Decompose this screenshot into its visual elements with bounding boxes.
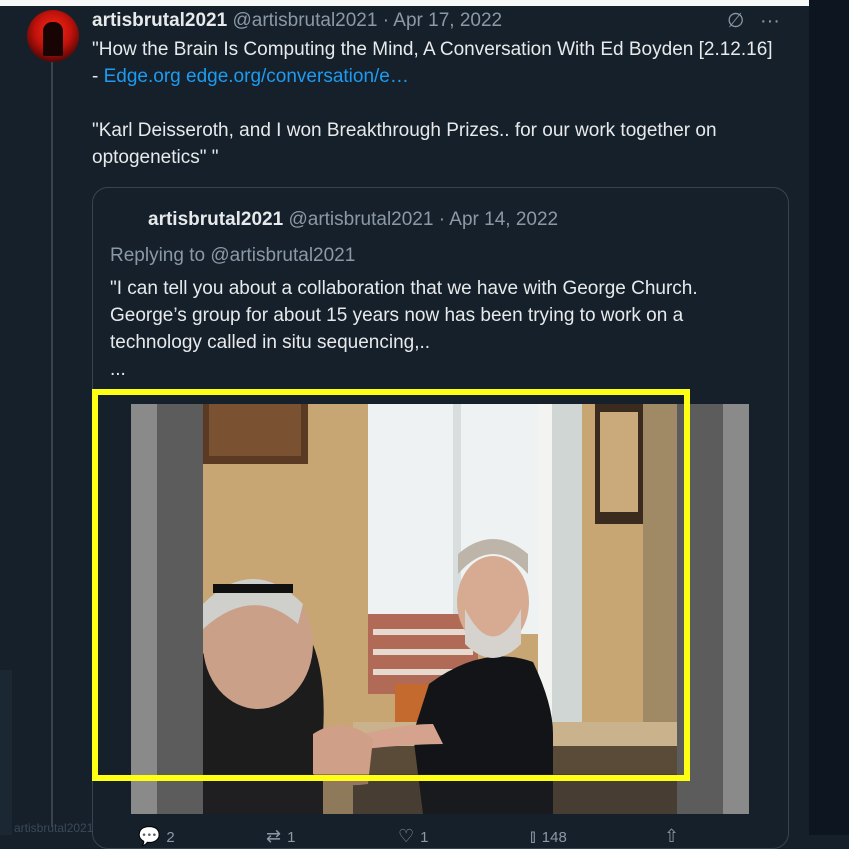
handle[interactable]: @artisbrutal2021 (232, 10, 377, 31)
right-gutter (809, 0, 849, 835)
reply-button[interactable]: 💬 2 (138, 826, 175, 847)
tweet-actions: 💬 2 ⇄ 1 ♡ 1 ⫾ 148 ⇧ (0, 806, 809, 846)
tweet-date[interactable]: · Apr 17, 2022 (383, 10, 502, 31)
display-name[interactable]: artisbrutal2021 (92, 10, 227, 31)
replying-to: Replying to @artisbrutal2021 (110, 245, 356, 266)
views-count: 148 (541, 829, 567, 846)
quote-date[interactable]: · Apr 14, 2022 (439, 209, 558, 230)
reply-count: 2 (166, 829, 175, 846)
quote-text: "I can tell you about a collaboration th… (110, 275, 770, 383)
views-button[interactable]: ⫾ 148 (530, 826, 567, 847)
tweet-text-para2: "Karl Deisseroth, and I won Breakthrough… (92, 120, 717, 168)
like-button[interactable]: ♡ 1 (398, 826, 428, 847)
quote-header: artisbrutal2021 @artisbrutal2021 · Apr 1… (148, 208, 558, 232)
more-dots-icon[interactable]: ··· (760, 10, 780, 32)
avatar[interactable] (27, 10, 79, 62)
quote-display-name[interactable]: artisbrutal2021 (148, 209, 283, 230)
reply-icon: 💬 (138, 826, 161, 846)
header-icons: ∅ ··· (727, 8, 790, 33)
media-bar (723, 404, 749, 814)
share-button[interactable]: ⇧ (664, 826, 685, 847)
retweet-count: 1 (287, 829, 296, 846)
slash-circle-icon[interactable]: ∅ (727, 10, 744, 32)
faint-overlay-text: artisbrutal2021 (14, 821, 94, 835)
retweet-icon: ⇄ (266, 826, 282, 846)
like-count: 1 (420, 829, 429, 846)
quote-ellipsis: ... (110, 359, 126, 380)
tweet-text: "How the Brain Is Computing the Mind, A … (92, 36, 782, 171)
bar-chart-icon: ⫾ (530, 826, 536, 846)
quote-body: "I can tell you about a collaboration th… (110, 278, 698, 353)
highlight-box (92, 389, 690, 781)
heart-icon: ♡ (398, 826, 415, 846)
quote-handle[interactable]: @artisbrutal2021 (288, 209, 433, 230)
retweet-button[interactable]: ⇄ 1 (266, 826, 295, 847)
share-icon: ⇧ (664, 826, 680, 846)
edge-link[interactable]: Edge.org (104, 66, 181, 87)
conversation-link[interactable]: edge.org/conversation/e… (186, 66, 409, 87)
tweet-header: artisbrutal2021 @artisbrutal2021 · Apr 1… (92, 9, 502, 33)
tweet[interactable]: artisbrutal2021 @artisbrutal2021 · Apr 1… (0, 6, 809, 849)
thread-line (51, 62, 53, 827)
